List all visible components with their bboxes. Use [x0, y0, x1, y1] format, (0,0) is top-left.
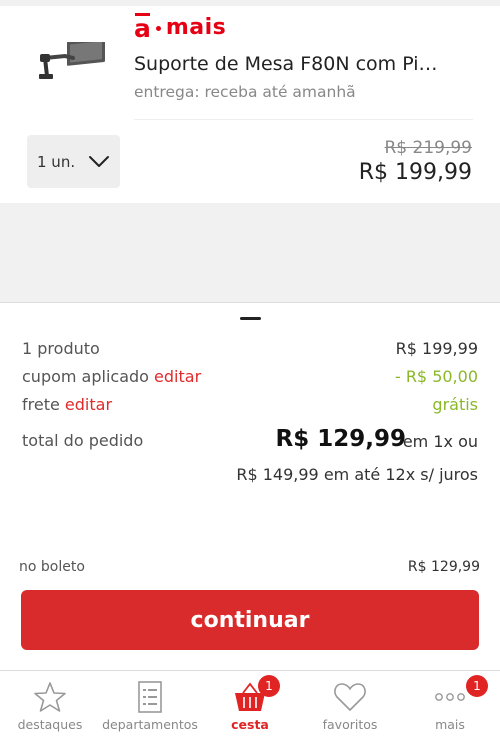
- edit-coupon-link[interactable]: editar: [154, 367, 201, 386]
- continue-button[interactable]: continuar: [21, 590, 479, 650]
- seller-logo-letter: a: [134, 12, 151, 43]
- tab-cesta[interactable]: 1 cesta: [200, 671, 300, 736]
- tab-label: mais: [435, 717, 465, 732]
- bottom-tab-bar: destaques departamentos 1 cesta favorito…: [0, 670, 500, 736]
- tab-departamentos[interactable]: departamentos: [100, 671, 200, 736]
- seller-logo: a mais: [134, 12, 227, 43]
- coupon-label: cupom aplicado: [22, 367, 149, 386]
- order-total-label: total do pedido: [22, 431, 144, 450]
- products-count-label: 1 produto: [22, 339, 100, 358]
- sheet-handle[interactable]: [240, 317, 261, 320]
- coupon-discount: - R$ 50,00: [394, 367, 478, 386]
- list-icon: [138, 681, 162, 713]
- more-badge: 1: [466, 675, 488, 697]
- products-subtotal: R$ 199,99: [395, 339, 478, 358]
- shipping-row-label: frete editar: [22, 395, 112, 414]
- chevron-down-icon: [89, 156, 109, 167]
- quantity-select[interactable]: 1 un.: [27, 135, 120, 188]
- coupon-row-label: cupom aplicado editar: [22, 367, 201, 386]
- monitor-arm-icon[interactable]: [37, 42, 109, 82]
- tab-label: cesta: [231, 717, 269, 732]
- shipping-label: frete: [22, 395, 60, 414]
- more-icon: [435, 693, 465, 701]
- tab-label: favoritos: [322, 717, 378, 732]
- seller-logo-name: mais: [165, 15, 227, 40]
- boleto-label: no boleto: [19, 559, 85, 575]
- old-price: R$ 219,99: [384, 138, 472, 158]
- installments-info: R$ 149,99 em até 12x s/ juros: [236, 465, 478, 484]
- product-card: a mais Suporte de Mesa F80N com Pi… entr…: [0, 0, 500, 203]
- tab-favoritos[interactable]: favoritos: [300, 671, 400, 736]
- card-divider: [134, 119, 473, 120]
- order-total-suffix: em 1x ou: [402, 432, 478, 451]
- boleto-price: R$ 129,99: [407, 559, 480, 575]
- shipping-value: grátis: [432, 395, 478, 414]
- top-divider: [0, 0, 500, 6]
- product-price: R$ 199,99: [358, 160, 472, 185]
- tab-destaques[interactable]: destaques: [0, 671, 100, 736]
- edit-shipping-link[interactable]: editar: [65, 395, 112, 414]
- seller-logo-dot: [155, 25, 161, 31]
- star-icon: [34, 682, 66, 712]
- delivery-estimate: entrega: receba até amanhã: [134, 83, 356, 101]
- heart-icon: [334, 683, 366, 711]
- tab-label: departamentos: [102, 717, 198, 732]
- order-total: R$ 129,99: [275, 426, 406, 452]
- cart-badge: 1: [258, 675, 280, 697]
- quantity-value: 1 un.: [37, 152, 76, 171]
- tab-mais[interactable]: 1 mais: [400, 671, 500, 736]
- tab-label: destaques: [17, 717, 83, 732]
- product-title[interactable]: Suporte de Mesa F80N com Pi…: [134, 53, 438, 75]
